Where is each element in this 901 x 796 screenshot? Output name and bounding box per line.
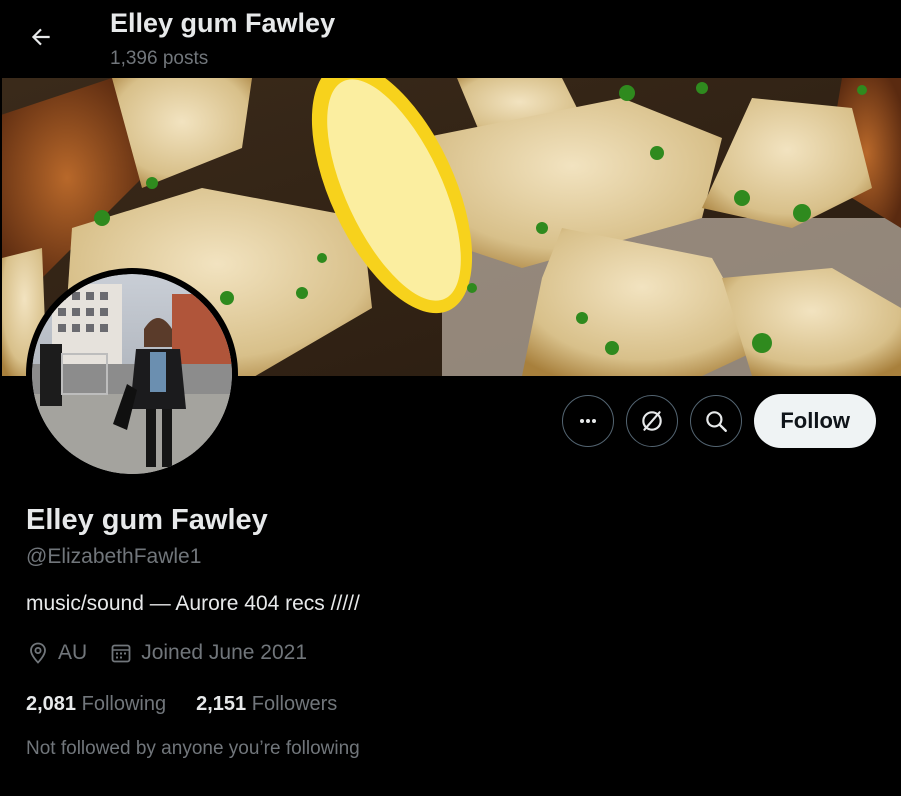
join-date: Joined June 2021 (109, 641, 307, 665)
following-link[interactable]: 2,081 Following (26, 693, 166, 716)
follow-button[interactable]: Follow (754, 394, 876, 448)
location: AU (26, 641, 87, 665)
calendar-icon (111, 644, 131, 663)
back-button[interactable] (22, 18, 60, 56)
avatar[interactable] (26, 268, 238, 480)
location-text: AU (58, 641, 88, 664)
following-label: Following (81, 693, 167, 715)
arrow-left-icon (31, 28, 50, 46)
grok-button[interactable] (626, 395, 679, 447)
profile-handle: @ElizabethFawle1 (26, 545, 202, 568)
location-pin-icon (30, 642, 46, 664)
more-horizontal-icon (580, 419, 597, 423)
search-button[interactable] (690, 395, 743, 447)
page-title: Elley gum Fawley (110, 8, 336, 38)
slash-circle-icon (642, 411, 663, 431)
following-count: 2,081 (26, 693, 77, 715)
followers-count: 2,151 (196, 693, 247, 715)
top-bar: Elley gum Fawley 1,396 posts (0, 0, 901, 78)
more-button[interactable] (562, 395, 615, 447)
profile-bio: music/sound — Aurore 404 recs ///// (26, 592, 360, 615)
mutuals-note: Not followed by anyone you’re following (26, 738, 360, 759)
follow-stats: 2,081 Following 2,151 Followers (26, 693, 367, 716)
profile-meta: AU Joined June 2021 (26, 641, 329, 665)
search-icon (706, 411, 728, 432)
join-date-text: Joined June 2021 (141, 641, 307, 664)
profile-actions: Follow (562, 394, 876, 448)
followers-link[interactable]: 2,151 Followers (196, 693, 337, 716)
profile-name: Elley gum Fawley (26, 504, 268, 536)
followers-label: Followers (251, 693, 338, 715)
post-count: 1,396 posts (110, 48, 209, 69)
